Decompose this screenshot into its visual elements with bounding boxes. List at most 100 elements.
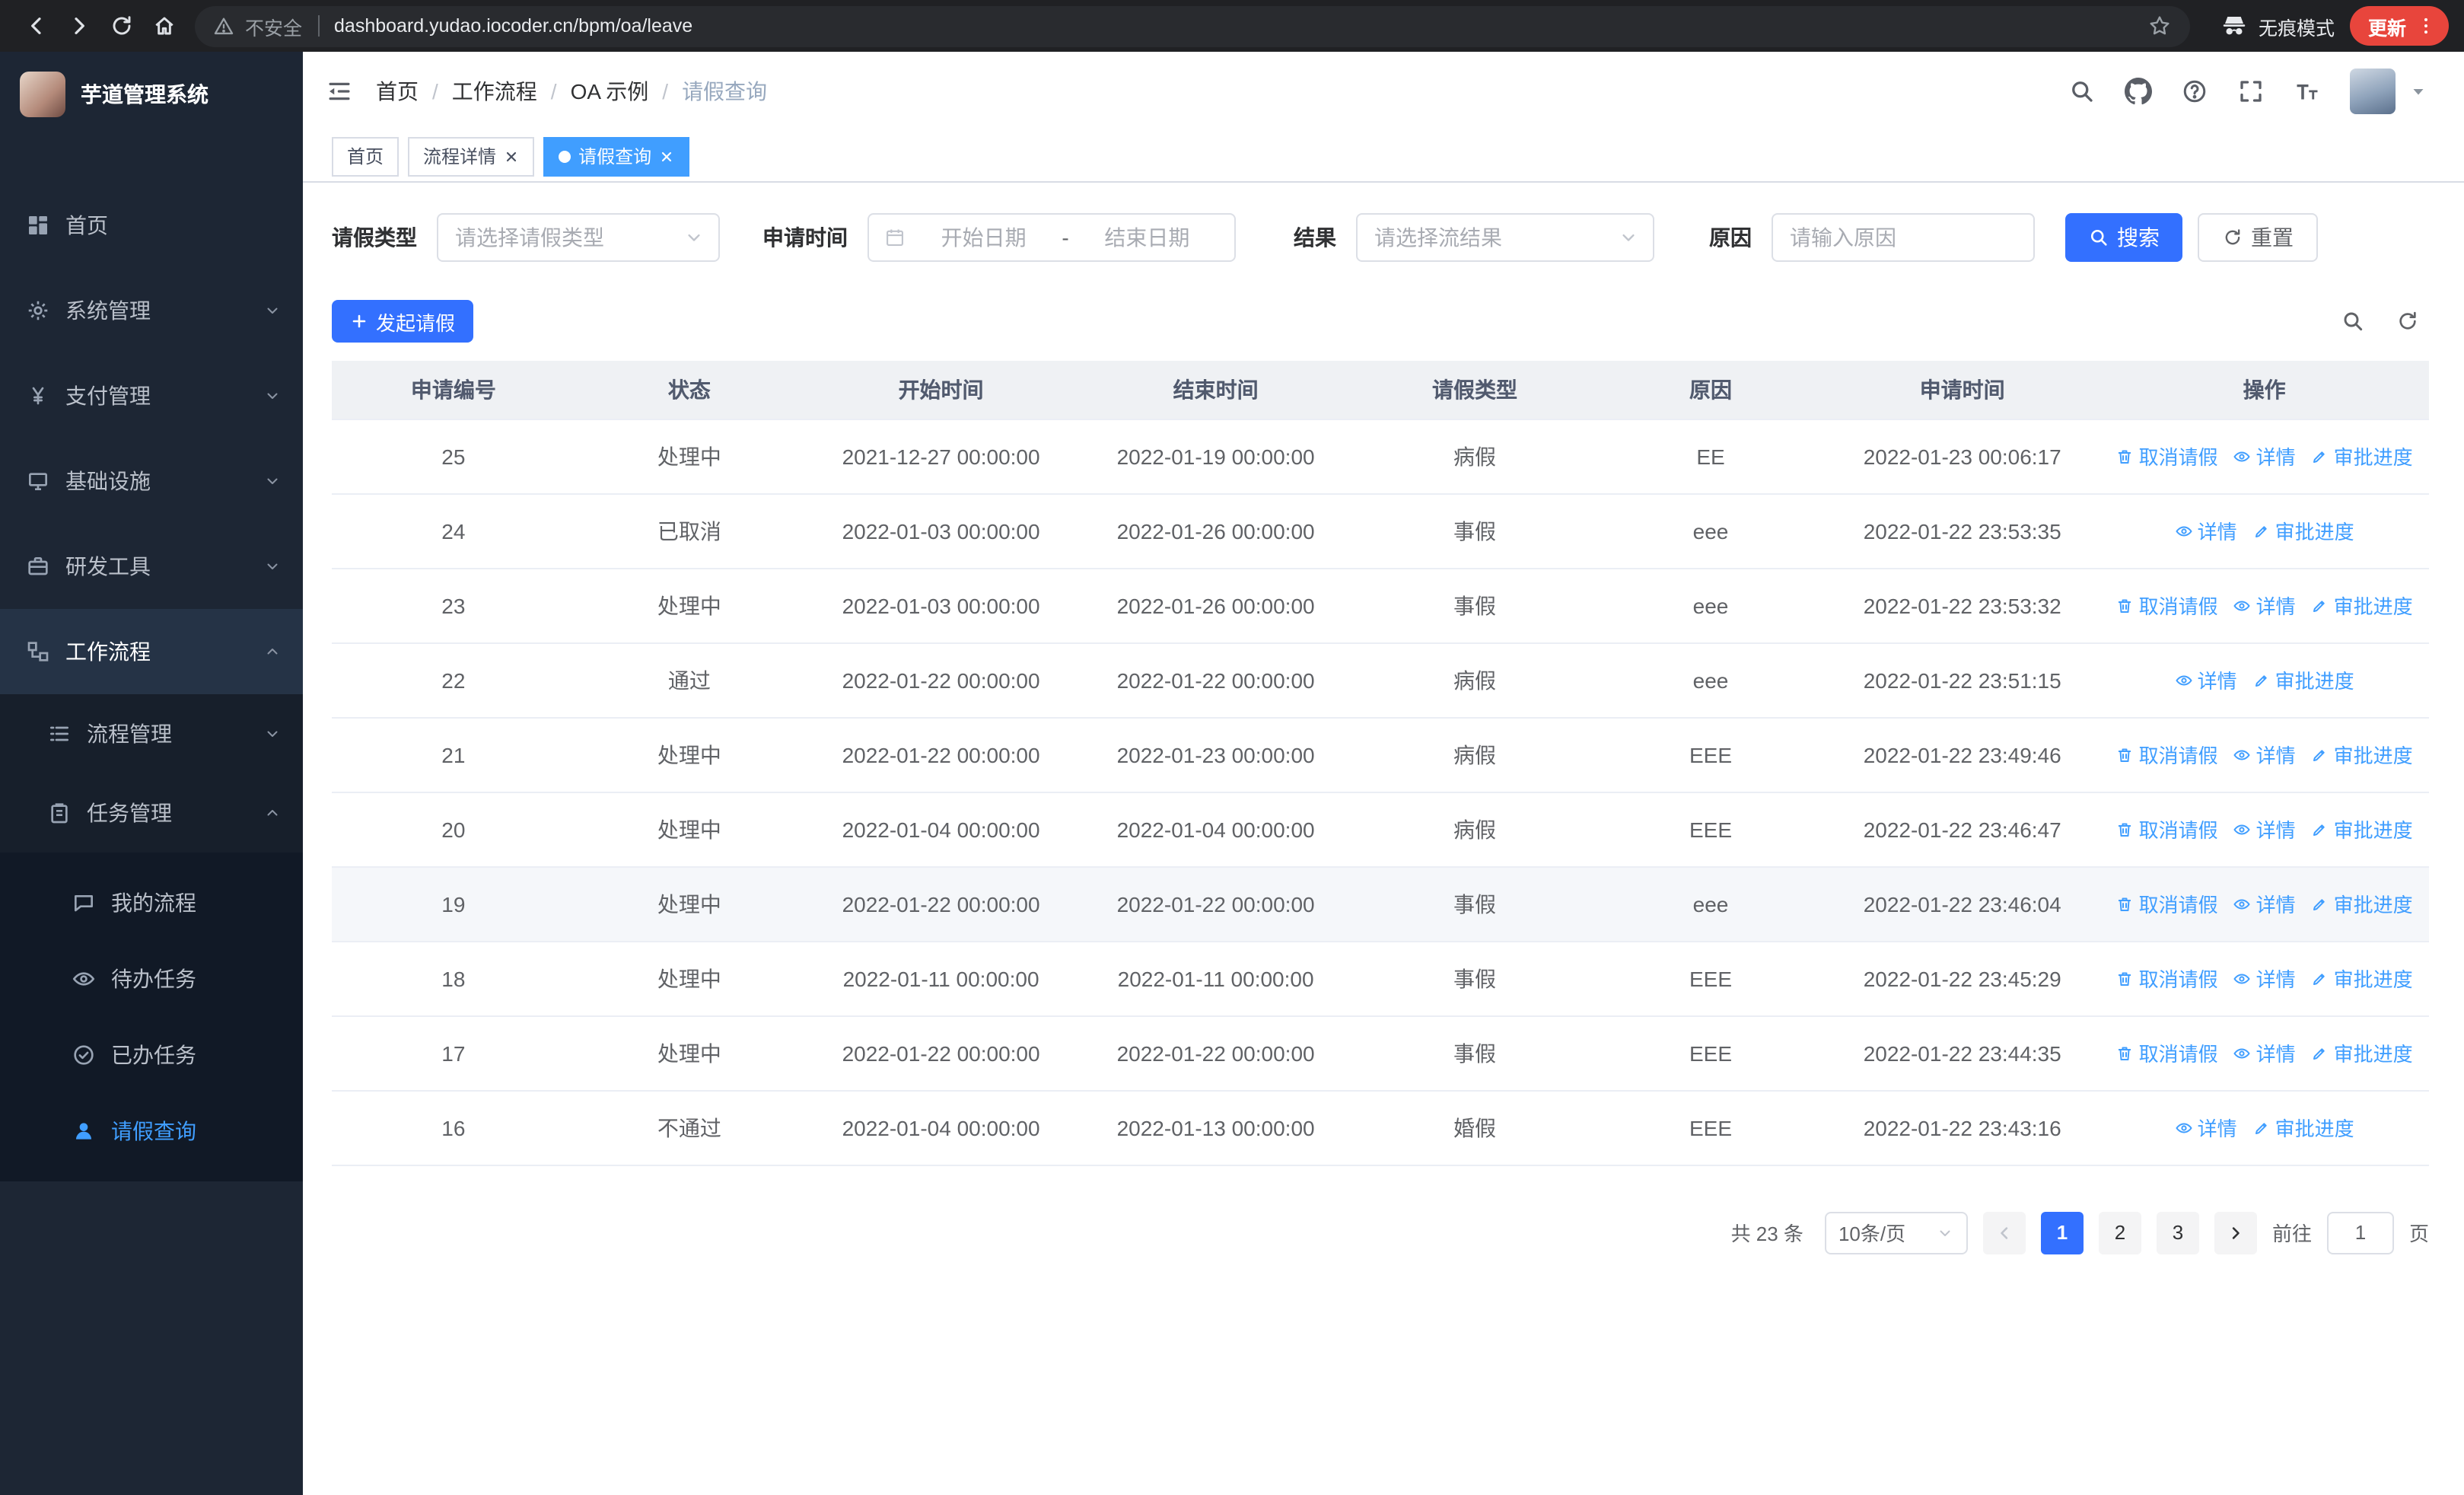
reason-input[interactable] xyxy=(1772,213,2035,262)
cell-reason: EEE xyxy=(1596,717,1826,792)
update-button[interactable]: 更新 xyxy=(2349,6,2449,46)
apply-time-range-picker[interactable]: 开始日期 - 结束日期 xyxy=(867,213,1236,262)
cell-id: 16 xyxy=(332,1090,575,1165)
cell-applied: 2022-01-23 00:06:17 xyxy=(1825,419,2100,494)
address-bar[interactable]: 不安全 dashboard.yudao.iocoder.cn/bpm/oa/le… xyxy=(195,5,2190,46)
op-detail-link[interactable]: 详情 xyxy=(2233,740,2296,769)
sidebar-item-process-management[interactable]: 流程管理 xyxy=(0,694,303,773)
op-label: 审批进度 xyxy=(2333,968,2413,991)
op-detail-link[interactable]: 详情 xyxy=(2233,964,2296,993)
sidebar-item-dev-tools[interactable]: 研发工具 xyxy=(0,524,303,609)
cell-start: 2022-01-04 00:00:00 xyxy=(804,792,1079,867)
sidebar-item-payment[interactable]: 支付管理 xyxy=(0,353,303,438)
next-page-button[interactable] xyxy=(2214,1211,2257,1254)
sidebar-item-done-tasks[interactable]: 已办任务 xyxy=(0,1017,303,1093)
page-button-3[interactable]: 3 xyxy=(2156,1211,2199,1254)
page-button-2[interactable]: 2 xyxy=(2098,1211,2141,1254)
sidebar-item-label: 首页 xyxy=(65,213,108,237)
op-detail-link[interactable]: 详情 xyxy=(2233,814,2296,843)
op-progress-link[interactable]: 审批进度 xyxy=(2311,591,2413,620)
table-header-row: 申请编号 状态 开始时间 结束时间 请假类型 原因 申请时间 操作 xyxy=(332,361,2429,419)
sidebar-item-infrastructure[interactable]: 基础设施 xyxy=(0,438,303,524)
search-button[interactable]: 搜索 xyxy=(2065,213,2182,262)
op-cancel-link[interactable]: 取消请假 xyxy=(2116,964,2218,993)
reload-button[interactable] xyxy=(100,5,143,47)
breadcrumb-workflow[interactable]: 工作流程 xyxy=(452,76,537,107)
cell-status: 通过 xyxy=(575,642,804,718)
op-cancel-link[interactable]: 取消请假 xyxy=(2116,1038,2218,1067)
op-detail-link[interactable]: 详情 xyxy=(2233,889,2296,918)
search-icon[interactable] xyxy=(2068,78,2096,105)
op-cancel-link[interactable]: 取消请假 xyxy=(2116,889,2218,918)
breadcrumb-oa-example[interactable]: OA 示例 xyxy=(571,76,649,107)
collapse-sidebar-icon[interactable] xyxy=(326,78,353,105)
op-progress-link[interactable]: 审批进度 xyxy=(2311,740,2413,769)
sidebar-item-workflow[interactable]: 工作流程 xyxy=(0,609,303,694)
op-progress-link[interactable]: 审批进度 xyxy=(2311,1038,2413,1067)
tab-home[interactable]: 首页 xyxy=(332,136,400,176)
fontsize-icon[interactable] xyxy=(2294,78,2321,105)
op-progress-link[interactable]: 审批进度 xyxy=(2311,814,2413,843)
cell-status: 不通过 xyxy=(575,1090,804,1165)
navbar-actions xyxy=(2068,69,2427,114)
page-button-1[interactable]: 1 xyxy=(2040,1211,2084,1254)
op-detail-link[interactable]: 详情 xyxy=(2175,1113,2237,1142)
op-cancel-link[interactable]: 取消请假 xyxy=(2116,814,2218,843)
op-detail-link[interactable]: 详情 xyxy=(2233,441,2296,470)
op-detail-link[interactable]: 详情 xyxy=(2175,665,2237,694)
bookmark-star-icon[interactable] xyxy=(2147,14,2172,38)
op-detail-link[interactable]: 详情 xyxy=(2233,1038,2296,1067)
op-cancel-link[interactable]: 取消请假 xyxy=(2116,441,2218,470)
cell-applied: 2022-01-22 23:46:04 xyxy=(1825,866,2100,942)
cell-ops: 取消请假 详情 审批进度 xyxy=(2099,717,2429,792)
search-icon[interactable] xyxy=(2341,309,2365,333)
create-leave-button[interactable]: 发起请假 xyxy=(332,300,474,343)
op-progress-link[interactable]: 审批进度 xyxy=(2311,441,2413,470)
prev-page-button[interactable] xyxy=(1982,1211,2026,1254)
reset-button[interactable]: 重置 xyxy=(2198,213,2318,262)
op-progress-link[interactable]: 审批进度 xyxy=(2311,889,2413,918)
forward-button[interactable] xyxy=(58,5,100,47)
breadcrumb-current: 请假查询 xyxy=(682,79,768,104)
dashboard-icon xyxy=(26,213,50,237)
breadcrumb-home[interactable]: 首页 xyxy=(376,76,419,107)
cell-ops: 取消请假 详情 审批进度 xyxy=(2099,941,2429,1016)
op-progress-link[interactable]: 审批进度 xyxy=(2252,665,2354,694)
close-icon[interactable] xyxy=(659,148,674,164)
fullscreen-icon[interactable] xyxy=(2237,78,2265,105)
page-size-select[interactable]: 10条/页 xyxy=(1824,1211,1968,1254)
goto-page-input[interactable] xyxy=(2326,1211,2394,1254)
user-avatar[interactable] xyxy=(2350,69,2396,114)
sidebar-item-system[interactable]: 系统管理 xyxy=(0,268,303,353)
tab-label: 首页 xyxy=(347,146,384,167)
op-detail-link[interactable]: 详情 xyxy=(2233,591,2296,620)
op-progress-link[interactable]: 审批进度 xyxy=(2252,516,2354,545)
refresh-icon[interactable] xyxy=(2396,309,2420,333)
question-icon[interactable] xyxy=(2181,78,2208,105)
leave-type-select[interactable]: 请选择请假类型 xyxy=(437,213,720,262)
sidebar-item-task-management[interactable]: 任务管理 xyxy=(0,773,303,853)
result-select[interactable]: 请选择流结果 xyxy=(1356,213,1654,262)
op-cancel-link[interactable]: 取消请假 xyxy=(2116,740,2218,769)
op-progress-link[interactable]: 审批进度 xyxy=(2311,964,2413,993)
op-cancel-link[interactable]: 取消请假 xyxy=(2116,591,2218,620)
tab-process-detail[interactable]: 流程详情 xyxy=(408,136,535,176)
sidebar-item-home[interactable]: 首页 xyxy=(0,183,303,268)
sidebar-item-my-processes[interactable]: 我的流程 xyxy=(0,865,303,941)
incognito-label: 无痕模式 xyxy=(2258,18,2335,39)
op-detail-link[interactable]: 详情 xyxy=(2175,516,2237,545)
sidebar-item-todo-tasks[interactable]: 待办任务 xyxy=(0,941,303,1017)
github-icon[interactable] xyxy=(2125,78,2152,105)
home-button[interactable] xyxy=(143,5,186,47)
column-header-applied: 申请时间 xyxy=(1825,361,2100,419)
kebab-menu-icon[interactable] xyxy=(2415,15,2437,37)
caret-down-icon[interactable] xyxy=(2409,82,2427,100)
tab-leave-query[interactable]: 请假查询 xyxy=(543,136,690,176)
browser-chrome: 不安全 dashboard.yudao.iocoder.cn/bpm/oa/le… xyxy=(0,0,2464,52)
back-button[interactable] xyxy=(15,5,58,47)
cell-type: 病假 xyxy=(1353,419,1597,494)
sidebar-item-leave-query[interactable]: 请假查询 xyxy=(0,1093,303,1169)
eye-icon xyxy=(2233,1044,2252,1062)
close-icon[interactable] xyxy=(504,148,519,164)
op-progress-link[interactable]: 审批进度 xyxy=(2252,1113,2354,1142)
